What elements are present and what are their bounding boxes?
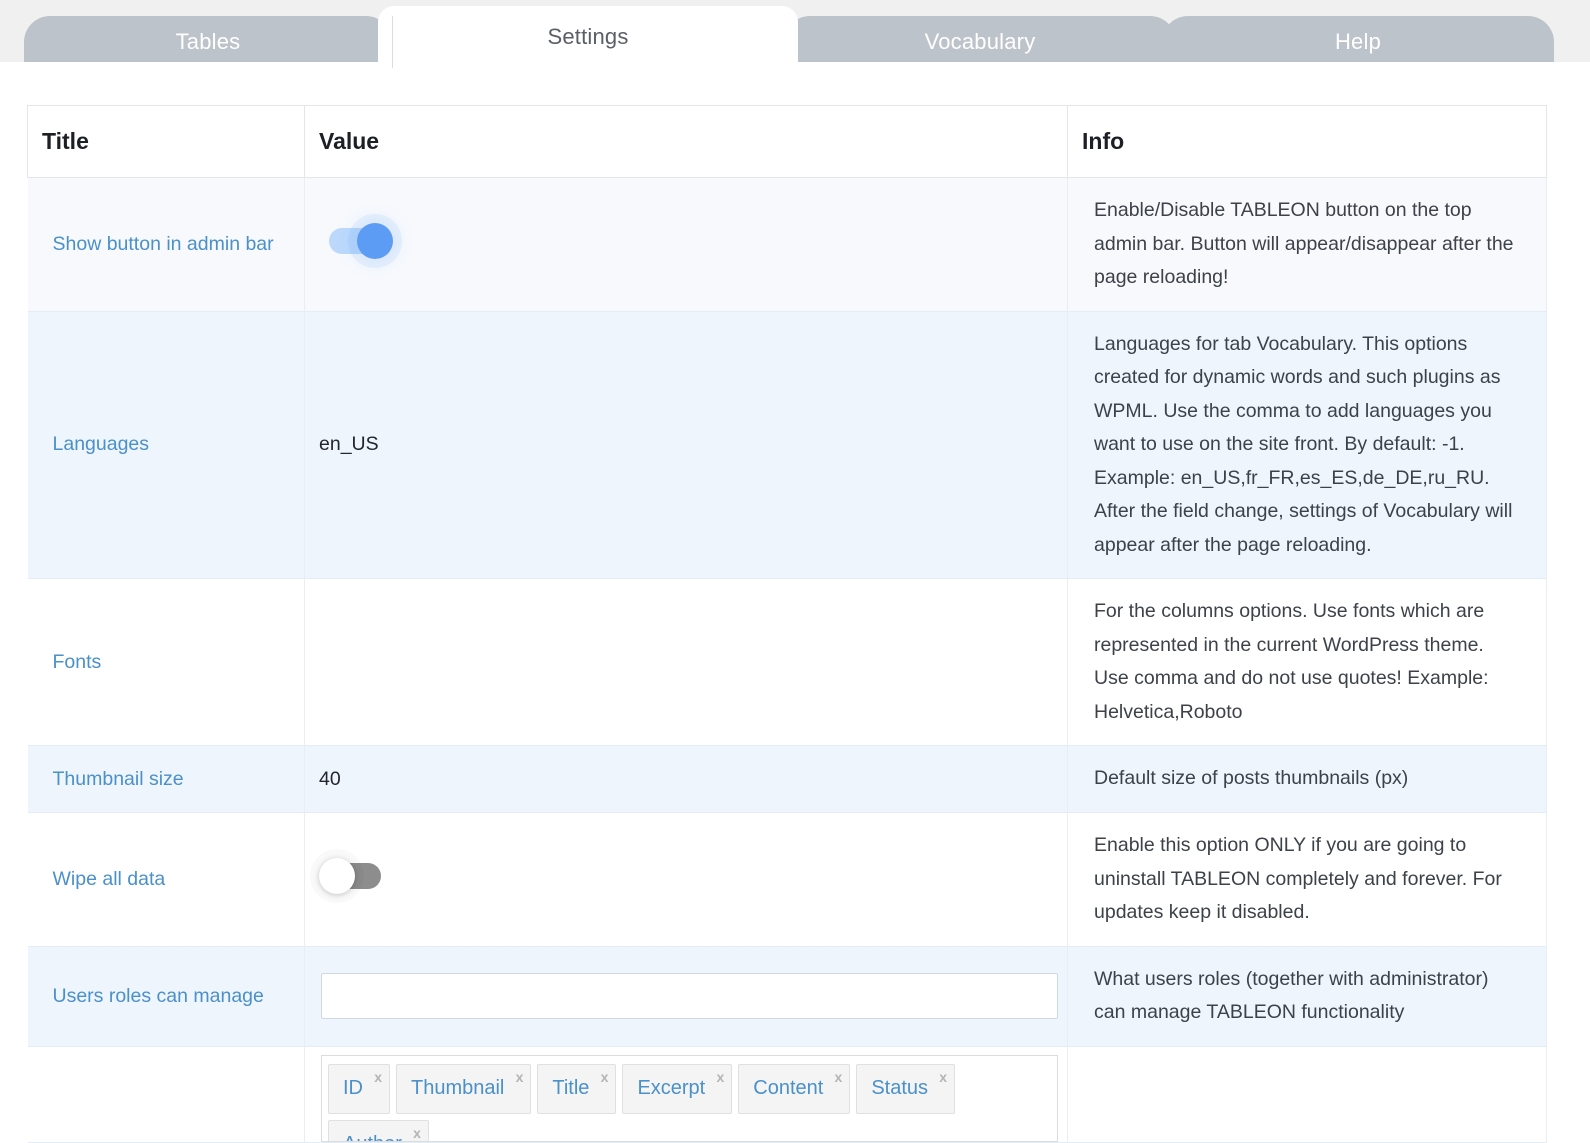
setting-info-thumbnail-size: Default size of posts thumbnails (px)	[1094, 767, 1409, 790]
chip-label: Title	[552, 1077, 590, 1100]
settings-table: Title Value Info Show button in admin ba…	[27, 105, 1547, 1143]
chip-remove-icon[interactable]: x	[601, 1070, 609, 1084]
setting-info-cell: Enable/Disable TABLEON button on the top…	[1067, 177, 1547, 312]
setting-title-cell: Show button in admin bar	[27, 177, 305, 312]
setting-title-cell: Thumbnail size	[27, 745, 305, 813]
chip-remove-icon[interactable]: x	[716, 1070, 724, 1084]
toggle-show-button-in-admin-bar[interactable]	[329, 223, 393, 260]
toggle-knob-icon	[357, 223, 393, 260]
columns-chip-container: ID x Thumbnail x Title x Excerpt x Conte…	[321, 1054, 1058, 1142]
chip-label: Author	[343, 1133, 402, 1141]
tab-settings[interactable]: Settings	[378, 6, 798, 68]
tab-tables-label: Tables	[175, 29, 241, 54]
setting-info-fonts: For the columns options. Use fonts which…	[1094, 600, 1489, 723]
chip-label: Content	[753, 1077, 824, 1100]
table-row: Languages en_US Languages for tab Vocabu…	[27, 311, 1547, 580]
setting-label-show-button[interactable]: Show button in admin bar	[42, 233, 274, 255]
chip-remove-icon[interactable]: x	[939, 1070, 947, 1084]
chip-excerpt[interactable]: Excerpt x	[622, 1063, 733, 1114]
setting-value-cell	[304, 812, 1068, 947]
chip-thumbnail[interactable]: Thumbnail x	[396, 1063, 532, 1114]
setting-title-cell: Wipe all data	[27, 812, 305, 947]
setting-title-cell: Users roles can manage	[27, 946, 305, 1047]
setting-value-cell: ID x Thumbnail x Title x Excerpt x Conte…	[304, 1046, 1068, 1143]
setting-value-fonts[interactable]	[304, 578, 1068, 747]
setting-info-cell: Default size of posts thumbnails (px)	[1067, 745, 1547, 813]
setting-title-cell: Fonts	[27, 578, 305, 747]
setting-title-cell	[27, 1046, 305, 1143]
tab-vocabulary-label: Vocabulary	[924, 29, 1036, 54]
chip-content[interactable]: Content x	[738, 1063, 851, 1114]
setting-title-cell: Languages	[27, 311, 305, 580]
setting-info-cell: What users roles (together with administ…	[1067, 946, 1547, 1047]
users-roles-input[interactable]	[321, 973, 1058, 1020]
setting-info-users-roles: What users roles (together with administ…	[1094, 967, 1489, 1024]
chip-remove-icon[interactable]: x	[374, 1070, 382, 1084]
setting-info-cell: Languages for tab Vocabulary. This optio…	[1067, 311, 1547, 580]
chip-author[interactable]: Author x	[328, 1119, 429, 1141]
chip-row-primary: ID x Thumbnail x Title x Excerpt x Conte…	[328, 1063, 1051, 1141]
table-row: Users roles can manage What users roles …	[27, 946, 1547, 1047]
tab-settings-label: Settings	[547, 24, 629, 49]
setting-info-show-button: Enable/Disable TABLEON button on the top…	[1094, 199, 1514, 289]
setting-label-fonts[interactable]: Fonts	[42, 651, 102, 673]
tab-bar: Tables Settings Vocabulary Help	[0, 0, 1590, 68]
tab-tables[interactable]: Tables	[24, 16, 392, 68]
column-header-title: Title	[27, 105, 305, 178]
chip-remove-icon[interactable]: x	[516, 1070, 524, 1084]
table-row: Wipe all data Enable this option ONLY if…	[27, 812, 1547, 947]
setting-label-wipe-all-data[interactable]: Wipe all data	[42, 868, 166, 890]
tab-help-label: Help	[1334, 29, 1382, 54]
table-header-row: Title Value Info	[27, 105, 1547, 178]
chip-label: Status	[871, 1077, 929, 1100]
chip-id[interactable]: ID x	[328, 1063, 390, 1114]
table-body: Show button in admin bar Enable/Disable …	[27, 177, 1547, 1143]
setting-value-cell	[304, 177, 1068, 312]
table-header: Title Value Info	[27, 105, 1547, 178]
setting-label-thumbnail-size[interactable]: Thumbnail size	[42, 768, 184, 790]
setting-info-cell: Enable this option ONLY if you are going…	[1067, 812, 1547, 947]
toggle-knob-icon	[319, 858, 355, 895]
setting-label-users-roles[interactable]: Users roles can manage	[42, 985, 264, 1007]
chip-label: ID	[343, 1077, 363, 1100]
chip-label: Thumbnail	[411, 1077, 505, 1100]
table-row: Thumbnail size 40 Default size of posts …	[27, 745, 1547, 813]
tab-help[interactable]: Help	[1162, 16, 1554, 68]
setting-info-wipe-all-data: Enable this option ONLY if you are going…	[1094, 833, 1502, 924]
setting-value-cell	[304, 946, 1068, 1047]
chip-remove-icon[interactable]: x	[835, 1070, 843, 1084]
setting-value-languages[interactable]: en_US	[304, 311, 1068, 580]
tab-vocabulary[interactable]: Vocabulary	[784, 16, 1176, 68]
toggle-wipe-all-data[interactable]	[319, 858, 381, 895]
chip-remove-icon[interactable]: x	[413, 1126, 421, 1140]
table-row: Show button in admin bar Enable/Disable …	[27, 177, 1547, 312]
settings-table-container: Title Value Info Show button in admin ba…	[27, 105, 1547, 1143]
setting-value-thumbnail-size[interactable]: 40	[304, 745, 1068, 813]
table-row: ID x Thumbnail x Title x Excerpt x Conte…	[27, 1046, 1547, 1143]
setting-label-languages[interactable]: Languages	[42, 433, 150, 455]
chip-status[interactable]: Status x	[856, 1063, 956, 1114]
setting-info-cell	[1067, 1046, 1547, 1143]
table-row: Fonts For the columns options. Use fonts…	[27, 578, 1547, 747]
column-header-value: Value	[304, 105, 1068, 178]
chip-label: Excerpt	[637, 1077, 706, 1100]
chip-title[interactable]: Title x	[537, 1063, 617, 1114]
column-header-info: Info	[1067, 105, 1547, 178]
setting-info-cell: For the columns options. Use fonts which…	[1067, 578, 1547, 747]
setting-info-languages: Languages for tab Vocabulary. This optio…	[1094, 332, 1513, 556]
